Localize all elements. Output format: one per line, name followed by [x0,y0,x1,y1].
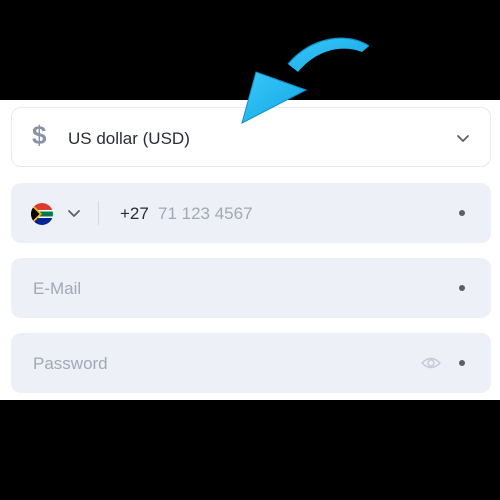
dial-code: +27 [120,204,149,223]
password-input[interactable]: Password [33,354,108,374]
pointer-arrow-icon [241,37,370,124]
phone-input[interactable]: 71 123 4567 [158,204,253,224]
email-input[interactable]: E-Mail [33,279,81,299]
signup-form: $ US dollar (USD) +27 71 123 4567 E-Mail… [0,100,500,400]
chevron-down-icon[interactable] [67,209,81,219]
dollar-icon: $ [32,120,47,150]
required-dot-icon [459,360,465,366]
divider [98,201,99,225]
south-africa-flag-icon[interactable] [31,203,53,225]
password-field[interactable]: Password [11,333,491,393]
currency-label: US dollar (USD) [68,129,190,148]
eye-icon[interactable] [421,354,441,372]
required-dot-icon [459,285,465,291]
required-dot-icon [459,210,465,216]
email-field[interactable]: E-Mail [11,258,491,318]
chevron-down-icon[interactable] [456,134,470,144]
phone-field[interactable]: +27 71 123 4567 [11,183,491,243]
